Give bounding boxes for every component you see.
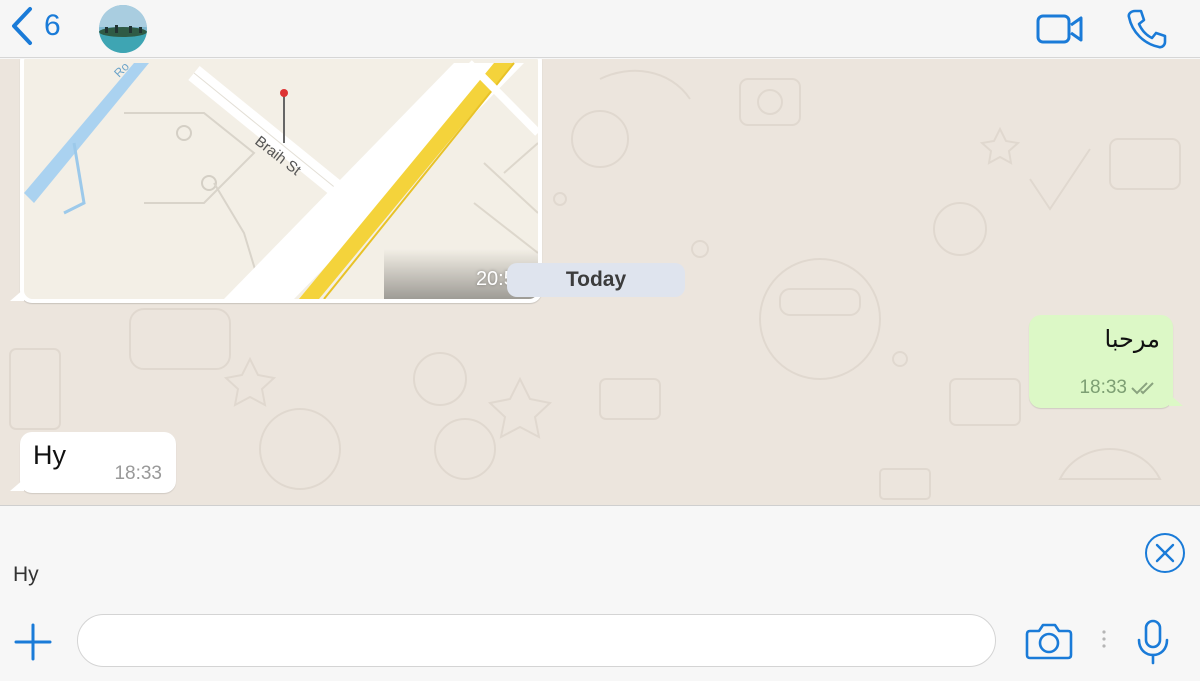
camera-button[interactable] <box>1025 621 1073 661</box>
outgoing-message[interactable]: مرحبا 18:33 <box>1029 315 1183 408</box>
attach-button[interactable] <box>13 622 53 662</box>
video-call-button[interactable] <box>1036 12 1084 46</box>
voice-message-button[interactable] <box>1133 618 1173 666</box>
reply-quoted-text: Hy <box>13 563 39 586</box>
outgoing-message-meta: 18:33 <box>1079 377 1157 399</box>
incoming-message[interactable]: Hy 18:33 <box>10 432 176 493</box>
map-thumbnail[interactable]: Braih St Ro 20:54 <box>24 59 538 299</box>
unread-count: 6 <box>44 9 61 42</box>
date-separator: Today <box>507 263 685 297</box>
cancel-reply-button[interactable] <box>1144 532 1186 574</box>
outgoing-message-text: مرحبا <box>1104 326 1161 353</box>
double-check-icon <box>1131 382 1154 395</box>
chevron-left-icon <box>12 7 32 45</box>
map-graphic: Braih St Ro <box>24 59 538 299</box>
camera-icon <box>1025 623 1073 660</box>
voice-call-button[interactable] <box>1126 8 1168 50</box>
microphone-icon <box>1137 619 1169 665</box>
incoming-message-time: 18:33 <box>114 463 162 484</box>
plus-icon <box>14 623 52 661</box>
chat-area[interactable]: Braih St Ro 20:54 Today مرحبا 18:33 Hy 1… <box>0 59 1200 506</box>
location-message[interactable]: Braih St Ro 20:54 <box>10 59 542 303</box>
outgoing-message-time: 18:33 <box>1079 377 1127 398</box>
incoming-message-text: Hy <box>33 440 66 470</box>
phone-icon <box>1127 9 1167 49</box>
separator-dots <box>1102 630 1106 648</box>
reply-preview: Hy <box>0 507 1200 599</box>
chat-header: 6 <box>0 0 1200 58</box>
message-input[interactable] <box>77 614 996 667</box>
video-camera-icon <box>1036 14 1083 44</box>
back-button[interactable]: 6 <box>10 6 61 46</box>
contact-avatar[interactable] <box>99 5 147 53</box>
close-circle-icon <box>1145 533 1185 573</box>
